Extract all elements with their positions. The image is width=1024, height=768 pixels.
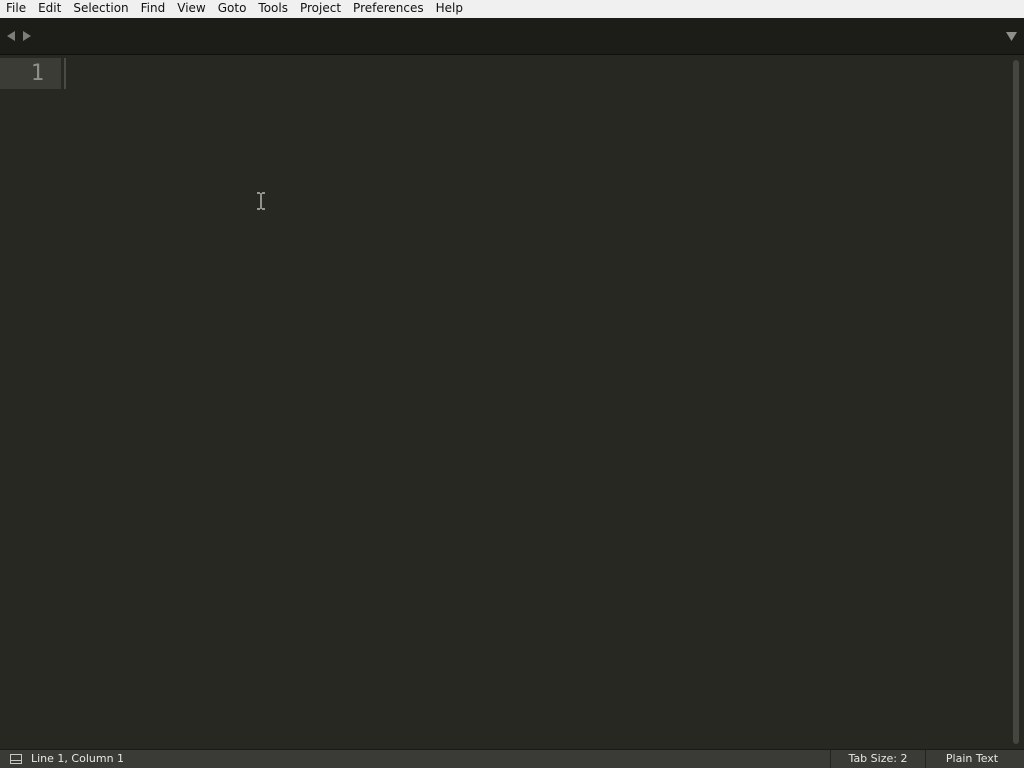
vertical-scrollbar-thumb[interactable] xyxy=(1013,60,1019,744)
line-number: 1 xyxy=(30,61,44,86)
menu-selection[interactable]: Selection xyxy=(67,0,134,18)
triangle-left-icon xyxy=(7,31,15,41)
triangle-down-icon xyxy=(1006,32,1017,41)
tab-strip xyxy=(0,18,1024,55)
triangle-right-icon xyxy=(23,31,31,41)
menu-goto[interactable]: Goto xyxy=(212,0,253,18)
syntax-selector[interactable]: Plain Text xyxy=(926,750,1018,768)
text-caret xyxy=(64,58,66,89)
panel-toggle-button[interactable] xyxy=(10,754,22,764)
tab-list-dropdown-button[interactable] xyxy=(1006,32,1018,42)
sublime-text-window: File Edit Selection Find View Goto Tools… xyxy=(0,0,1024,768)
tab-navigation xyxy=(6,30,32,42)
panel-toggle-icon xyxy=(10,754,22,764)
menu-project[interactable]: Project xyxy=(294,0,347,18)
menu-edit[interactable]: Edit xyxy=(32,0,67,18)
status-bar: Line 1, Column 1 Tab Size: 2 Plain Text xyxy=(0,749,1024,768)
ibeam-cursor-icon xyxy=(256,192,266,210)
menu-file[interactable]: File xyxy=(0,0,32,18)
tab-size-selector[interactable]: Tab Size: 2 xyxy=(831,750,925,768)
tab-prev-button[interactable] xyxy=(6,30,16,42)
menu-view[interactable]: View xyxy=(171,0,211,18)
menu-help[interactable]: Help xyxy=(430,0,469,18)
menu-find[interactable]: Find xyxy=(135,0,172,18)
menu-tools[interactable]: Tools xyxy=(252,0,294,18)
cursor-position-status: Line 1, Column 1 xyxy=(31,752,125,765)
editor-text-area[interactable]: 1 xyxy=(0,56,1024,749)
tab-next-button[interactable] xyxy=(22,30,32,42)
menu-preferences[interactable]: Preferences xyxy=(347,0,430,18)
menu-bar: File Edit Selection Find View Goto Tools… xyxy=(0,0,1024,18)
